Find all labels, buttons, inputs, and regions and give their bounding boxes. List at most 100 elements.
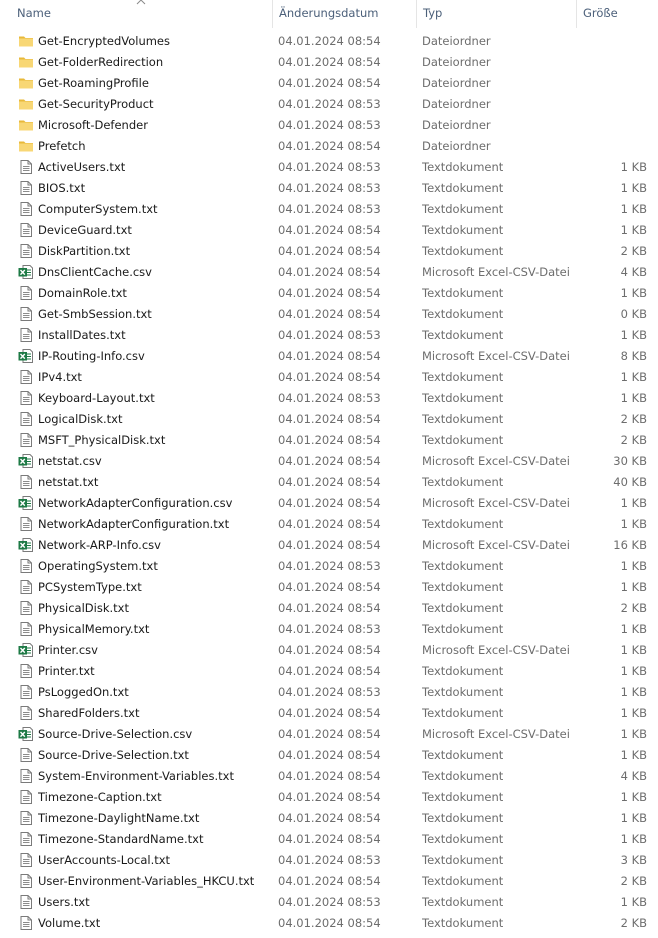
file-size: 1 KB [620,391,647,405]
file-row[interactable]: DomainRole.txt 04.01.2024 08:54 Textdokume… [0,283,658,304]
file-row[interactable]: IPv4.txt 04.01.2024 08:54 Textdokument 1 KB [0,367,658,388]
file-row[interactable]: Microsoft-Defender 04.01.2024 08:53 Dateio… [0,115,658,136]
file-date: 04.01.2024 08:54 [278,874,381,888]
file-name: Microsoft-Defender [38,118,148,132]
file-row[interactable]: netstat.txt 04.01.2024 08:54 Textdokument 4… [0,472,658,493]
file-name: SharedFolders.txt [38,706,140,720]
file-type: Textdokument [422,706,504,720]
file-row[interactable]: LogicalDisk.txt 04.01.2024 08:54 Textdokum… [0,409,658,430]
file-date: 04.01.2024 08:54 [278,748,381,762]
file-date: 04.01.2024 08:54 [278,475,381,489]
file-row[interactable]: DnsClientCache.csv 04.01.2024 08:54 Micros… [0,262,658,283]
text-file-icon [18,873,34,889]
file-row[interactable]: NetworkAdapterConfiguration.txt 04.01.202… [0,514,658,535]
excel-csv-icon [18,642,34,658]
file-row[interactable]: PCSystemType.txt 04.01.2024 08:54 Textdoku… [0,577,658,598]
text-file-icon [18,222,34,238]
file-size: 1 KB [620,286,647,300]
file-type: Textdokument [422,160,504,174]
file-size: 1 KB [620,559,647,573]
file-row[interactable]: InstallDates.txt 04.01.2024 08:53 Textdoku… [0,325,658,346]
file-row[interactable]: Source-Drive-Selection.csv 04.01.2024 08:… [0,724,658,745]
file-row[interactable]: Get-SmbSession.txt 04.01.2024 08:54 Textdo… [0,304,658,325]
file-row[interactable]: Get-FolderRedirection 04.01.2024 08:54 Dat… [0,52,658,73]
file-row[interactable]: Printer.txt 04.01.2024 08:54 Textdokument 1… [0,661,658,682]
file-row[interactable]: Users.txt 04.01.2024 08:53 Textdokument 1 K… [0,892,658,913]
file-row[interactable]: Get-EncryptedVolumes 04.01.2024 08:54 Date… [0,31,658,52]
file-type: Textdokument [422,580,504,594]
column-header-date[interactable]: Änderungsdatum [272,0,416,28]
file-row[interactable]: UserAccounts-Local.txt 04.01.2024 08:53 Te… [0,850,658,871]
file-name: DnsClientCache.csv [38,265,152,279]
file-date: 04.01.2024 08:53 [278,118,381,132]
file-row[interactable]: netstat.csv 04.01.2024 08:54 Microsoft Exc… [0,451,658,472]
text-file-icon [18,558,34,574]
file-date: 04.01.2024 08:53 [278,622,381,636]
file-row[interactable]: PhysicalDisk.txt 04.01.2024 08:54 Textdoku… [0,598,658,619]
file-row[interactable]: System-Environment-Variables.txt 04.01.20… [0,766,658,787]
file-date: 04.01.2024 08:53 [278,895,381,909]
folder-icon [18,138,34,154]
file-name: Prefetch [38,139,86,153]
file-row[interactable]: BIOS.txt 04.01.2024 08:53 Textdokument 1 KB [0,178,658,199]
file-type: Textdokument [422,370,504,384]
column-header-size[interactable]: Größe [576,0,658,28]
file-row[interactable]: SharedFolders.txt 04.01.2024 08:54 Textdok… [0,703,658,724]
file-row[interactable]: Source-Drive-Selection.txt 04.01.2024 08:… [0,745,658,766]
file-name: NetworkAdapterConfiguration.txt [38,517,230,531]
file-type: Textdokument [422,286,504,300]
file-row[interactable]: Printer.csv 04.01.2024 08:54 Microsoft Exc… [0,640,658,661]
file-row[interactable]: PsLoggedOn.txt 04.01.2024 08:53 Textdokume… [0,682,658,703]
file-row[interactable]: Timezone-StandardName.txt 04.01.2024 08:5… [0,829,658,850]
file-date: 04.01.2024 08:53 [278,160,381,174]
file-row[interactable]: PhysicalMemory.txt 04.01.2024 08:53 Textdo… [0,619,658,640]
file-date: 04.01.2024 08:54 [278,349,381,363]
file-date: 04.01.2024 08:54 [278,769,381,783]
file-row[interactable]: ComputerSystem.txt 04.01.2024 08:53 Textdo… [0,199,658,220]
text-file-icon [18,180,34,196]
file-row[interactable]: User-Environment-Variables_HKCU.txt 04.01… [0,871,658,892]
file-row[interactable]: Timezone-DaylightName.txt 04.01.2024 08:5… [0,808,658,829]
file-type: Dateiordner [422,118,491,132]
file-type: Textdokument [422,790,504,804]
file-date: 04.01.2024 08:54 [278,916,381,930]
file-row[interactable]: Prefetch 04.01.2024 08:54 Dateiordner [0,136,658,157]
column-header-type[interactable]: Typ [416,0,576,28]
file-row[interactable]: Get-RoamingProfile 04.01.2024 08:54 Dateio… [0,73,658,94]
file-type: Textdokument [422,832,504,846]
file-size: 1 KB [620,895,647,909]
file-row[interactable]: OperatingSystem.txt 04.01.2024 08:53 Textd… [0,556,658,577]
file-name: IPv4.txt [38,370,82,384]
file-size: 2 KB [620,874,647,888]
file-size: 3 KB [620,853,647,867]
text-file-icon [18,390,34,406]
file-row[interactable]: NetworkAdapterConfiguration.csv 04.01.202… [0,493,658,514]
text-file-icon [18,684,34,700]
file-name: IP-Routing-Info.csv [38,349,145,363]
file-row[interactable]: Get-SecurityProduct 04.01.2024 08:53 Datei… [0,94,658,115]
file-size: 8 KB [620,349,647,363]
file-type: Textdokument [422,874,504,888]
file-row[interactable]: MSFT_PhysicalDisk.txt 04.01.2024 08:54 Tex… [0,430,658,451]
file-name: Printer.txt [38,664,95,678]
file-row[interactable]: Keyboard-Layout.txt 04.01.2024 08:53 Textd… [0,388,658,409]
file-row[interactable]: Network-ARP-Info.csv 04.01.2024 08:54 Micr… [0,535,658,556]
file-size: 1 KB [620,496,647,510]
file-row[interactable]: Volume.txt 04.01.2024 08:54 Textdokument 2 … [0,913,658,934]
file-name: Get-EncryptedVolumes [38,34,171,48]
column-header-size-label: Größe [583,6,618,20]
file-type: Textdokument [422,475,504,489]
file-row[interactable]: DeviceGuard.txt 04.01.2024 08:54 Textdokum… [0,220,658,241]
file-row[interactable]: ActiveUsers.txt 04.01.2024 08:53 Textdokum… [0,157,658,178]
excel-csv-icon [18,348,34,364]
folder-icon [18,96,34,112]
file-name: NetworkAdapterConfiguration.csv [38,496,233,510]
file-row[interactable]: IP-Routing-Info.csv 04.01.2024 08:54 Micro… [0,346,658,367]
file-row[interactable]: DiskPartition.txt 04.01.2024 08:54 Textdok… [0,241,658,262]
file-row[interactable]: Timezone-Caption.txt 04.01.2024 08:54 Text… [0,787,658,808]
file-date: 04.01.2024 08:53 [278,97,381,111]
file-type: Textdokument [422,328,504,342]
file-name: MSFT_PhysicalDisk.txt [38,433,166,447]
text-file-icon [18,705,34,721]
file-name: ActiveUsers.txt [38,160,126,174]
